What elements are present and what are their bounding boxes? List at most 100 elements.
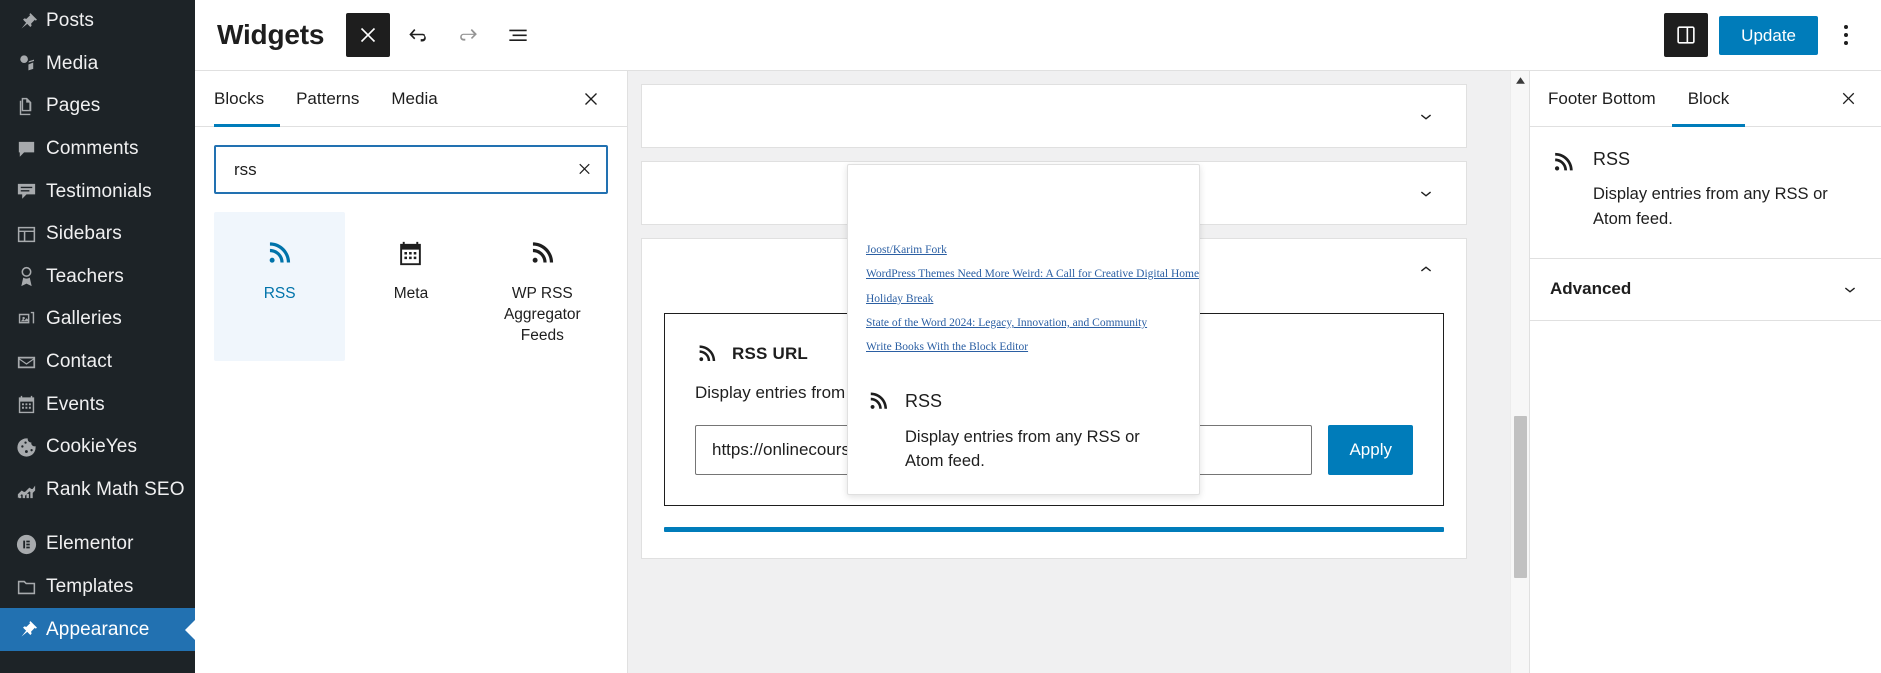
rss-feed-link[interactable]: Holiday Break (866, 293, 933, 305)
sidebar-panel-icon (1677, 26, 1695, 44)
sidebar-item-events[interactable]: Events (0, 383, 195, 426)
envelope-icon (6, 350, 46, 374)
dot (1844, 33, 1848, 37)
block-result-rss[interactable]: RSS (214, 212, 346, 361)
sidebar-item-templates[interactable]: Templates (0, 566, 195, 609)
settings-tab-footer-bottom[interactable]: Footer Bottom (1548, 71, 1672, 126)
block-result-meta[interactable]: Meta (345, 212, 476, 361)
comment-icon (18, 141, 34, 157)
close-inserter-button[interactable] (571, 71, 611, 126)
block-result-wp-rss-aggregator-feeds[interactable]: WP RSS Aggregator Feeds (477, 212, 608, 361)
paintbrush-icon (21, 621, 37, 637)
block-card-icon-wrap (1550, 149, 1577, 232)
sidebar-item-label: Teachers (46, 265, 124, 287)
sidebar-item-appearance[interactable]: Appearance (0, 608, 195, 651)
block-preview-info: RSS Display entries from any RSS or Atom… (848, 375, 1199, 495)
settings-sidebar-toggle-button[interactable] (1664, 13, 1709, 57)
sidebar-item-elementor[interactable]: Elementor (0, 523, 195, 566)
more-options-button[interactable] (1829, 13, 1863, 57)
settings-sidebar: Footer Bottom Block RSS Display entries f… (1529, 71, 1881, 673)
canvas-scrollbar[interactable] (1510, 71, 1529, 673)
block-editor: Widgets Update Blocks Patterns Media rss… (195, 0, 1881, 673)
sidebar-item-label: Posts (46, 10, 95, 32)
redo-icon (460, 29, 478, 41)
redo-button[interactable] (446, 13, 490, 57)
sidebar-item-rank-math-seo[interactable]: Rank Math SEO (0, 469, 195, 512)
sidebar-item-posts[interactable]: Posts (0, 0, 195, 43)
paintbrush-icon (6, 618, 46, 642)
widgets-editor-screen: Posts Media Pages Comments Testimonials Sideb… (0, 0, 1881, 673)
rss-feed-link[interactable]: State of the Word 2024: Legacy, Innovati… (866, 317, 1147, 329)
sidebar-item-comments[interactable]: Comments (0, 128, 195, 171)
scrollbar-thumb[interactable] (1514, 416, 1527, 578)
settings-tab-block[interactable]: Block (1671, 71, 1746, 127)
chevron-down-icon (1420, 191, 1432, 197)
gallery-icon (18, 311, 34, 324)
scrollbar-up-arrow[interactable] (1511, 71, 1529, 90)
header-right-tools: Update (1664, 13, 1863, 57)
selected-block-card: RSS Display entries from any RSS or Atom… (1530, 127, 1881, 259)
list-view-button[interactable] (496, 13, 540, 57)
elementor-icon (16, 534, 36, 555)
rss-icon (532, 241, 553, 263)
widget-area-toggle-button[interactable] (1408, 98, 1444, 134)
rss-icon (1554, 152, 1573, 171)
triangle-up-icon (1515, 77, 1525, 84)
widget-area (641, 84, 1467, 148)
block-inserter-panel: BlocksPatternsMedia RSS Meta WP RSS Aggreg… (195, 71, 628, 673)
sidebar-item-sidebars[interactable]: Sidebars (0, 213, 195, 256)
tab-media[interactable]: Media (375, 71, 453, 126)
sidebar-item-label: Testimonials (46, 180, 152, 202)
chevron-down-icon (1420, 114, 1432, 120)
rss-feed-item: State of the Word 2024: Legacy, Innovati… (866, 310, 1181, 334)
admin-sidebar-menu: Posts Media Pages Comments Testimonials Sideb… (0, 0, 195, 673)
rss-feed-preview-list: Joost/Karim Fork WordPress Themes Need Mo… (866, 237, 1199, 359)
sidebar-item-teachers[interactable]: Teachers (0, 256, 195, 299)
rss-feed-link[interactable]: Write Books With the Block Editor (866, 341, 1028, 353)
sidebar-item-label: Contact (46, 351, 113, 373)
update-button[interactable]: Update (1719, 15, 1818, 55)
rss-icon (269, 241, 291, 263)
clear-search-button[interactable] (569, 154, 599, 184)
sidebar-item-contact[interactable]: Contact (0, 341, 195, 384)
sidebar-item-media[interactable]: Media (0, 43, 195, 86)
block-insertion-indicator (664, 527, 1444, 532)
rss-feed-item: Write Books With the Block Editor (866, 334, 1181, 358)
sidebar-item-pages[interactable]: Pages (0, 85, 195, 128)
comment-icon (6, 137, 46, 161)
tab-patterns[interactable]: Patterns (280, 71, 375, 126)
tab-blocks[interactable]: Blocks (214, 71, 281, 127)
calendar-icon (400, 241, 422, 265)
sidebar-item-cookieyes[interactable]: CookieYes (0, 426, 195, 469)
undo-button[interactable] (396, 13, 440, 57)
close-settings-button[interactable] (1829, 71, 1867, 126)
sidebar-item-label: CookieYes (46, 436, 138, 458)
rss-icon (264, 234, 295, 272)
rss-feed-item: WordPress Themes Need More Weird: A Call… (866, 261, 1199, 285)
rss-icon (527, 234, 558, 272)
chart-bars-icon (6, 478, 46, 502)
widget-area-toggle-button[interactable] (1408, 252, 1444, 288)
search-input[interactable] (214, 145, 608, 194)
media-icon (6, 52, 46, 76)
sidebar-item-galleries[interactable]: Galleries (0, 298, 195, 341)
rss-url-label: RSS URL (732, 344, 809, 363)
widget-area-header (642, 85, 1466, 147)
rss-feed-link[interactable]: WordPress Themes Need More Weird: A Call… (866, 268, 1199, 280)
widget-area-toggle-button[interactable] (1408, 175, 1444, 211)
envelope-icon (17, 356, 35, 368)
page-title: Widgets (217, 19, 325, 50)
sidebar-item-testimonials[interactable]: Testimonials (0, 170, 195, 213)
settings-tablist: Footer Bottom Block (1530, 71, 1881, 127)
apply-button[interactable]: Apply (1328, 425, 1413, 475)
sidebars-icon (17, 226, 35, 242)
rss-feed-link[interactable]: Joost/Karim Fork (866, 244, 947, 256)
testimonial-icon (17, 184, 35, 199)
advanced-panel-toggle[interactable]: Advanced (1530, 259, 1881, 321)
media-icon (19, 55, 34, 71)
toggle-block-inserter-button[interactable] (346, 13, 391, 57)
testimonial-icon (6, 180, 46, 204)
close-icon (585, 92, 597, 105)
chevron-down-icon (1839, 278, 1861, 300)
inserter-search-container (195, 127, 627, 206)
